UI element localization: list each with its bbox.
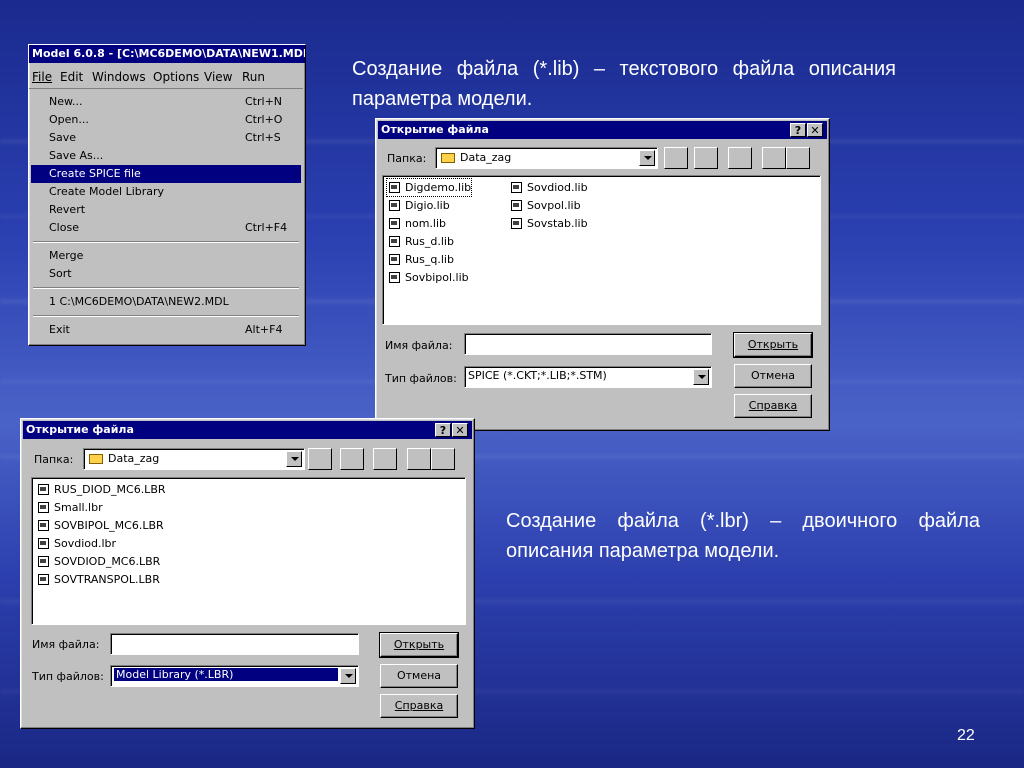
list-item[interactable]: Sovpol.lib xyxy=(509,197,581,214)
cancel-button[interactable]: Отмена xyxy=(734,364,812,388)
menu-item-merge[interactable]: Merge xyxy=(31,247,301,265)
menu-item-exit[interactable]: Exit Alt+F4 xyxy=(31,321,301,339)
menu-run[interactable]: Run xyxy=(242,67,265,87)
menu-item-create-model-library[interactable]: Create Model Library xyxy=(31,183,301,201)
menu-file[interactable]: File xyxy=(32,67,52,87)
filetype-select[interactable]: Model Library (*.LBR) xyxy=(110,665,359,687)
filetype-select[interactable]: SPICE (*.CKT;*.LIB;*.STM) xyxy=(464,366,712,388)
list-item[interactable]: Sovdiod.lbr xyxy=(36,535,116,552)
up-folder-icon[interactable] xyxy=(664,147,688,169)
help-button[interactable]: Справка xyxy=(380,694,458,718)
filename-label: Имя файла: xyxy=(385,339,453,352)
list-item[interactable]: Sovbipol.lib xyxy=(387,269,469,286)
menu-item-sort[interactable]: Sort xyxy=(31,265,301,283)
list-item[interactable]: Digdemo.lib xyxy=(385,178,473,197)
dialog-title: Открытие файла xyxy=(23,421,472,439)
list-item[interactable]: SOVDIOD_MC6.LBR xyxy=(36,553,160,570)
menu-window-title: Model 6.0.8 - [C:\MC6DEMO\DATA\NEW1.MDL xyxy=(29,45,305,63)
help-icon[interactable]: ? xyxy=(790,123,806,137)
open-file-dialog-lbr: Открытие файла ? ✕ Папка: Data_zag RUS_D… xyxy=(20,418,475,729)
chevron-down-icon[interactable] xyxy=(286,451,302,467)
list-item[interactable]: Small.lbr xyxy=(36,499,103,516)
chevron-down-icon[interactable] xyxy=(340,668,356,684)
folder-icon xyxy=(441,153,455,163)
details-view-icon[interactable] xyxy=(786,147,810,169)
menubar: File Edit Windows Options View Run xyxy=(29,67,305,87)
list-item[interactable]: Rus_q.lib xyxy=(387,251,454,268)
open-file-dialog-lib: Открытие файла ? ✕ Папка: Data_zag Digde… xyxy=(375,118,830,431)
menu-edit[interactable]: Edit xyxy=(60,67,83,87)
list-item[interactable]: Rus_d.lib xyxy=(387,233,454,250)
slide-text-lbr: Создание файла (*.lbr) – двоичного файла… xyxy=(506,510,980,562)
close-icon[interactable]: ✕ xyxy=(807,123,823,137)
list-item[interactable]: SOVBIPOL_MC6.LBR xyxy=(36,517,164,534)
menu-item-save-as[interactable]: Save As... xyxy=(31,147,301,165)
filename-label: Имя файла: xyxy=(32,638,100,651)
desktop-icon[interactable] xyxy=(694,147,718,169)
menu-item-new[interactable]: New... Ctrl+N xyxy=(31,93,301,111)
help-icon[interactable]: ? xyxy=(435,423,451,437)
filename-input[interactable] xyxy=(464,333,712,355)
help-button[interactable]: Справка xyxy=(734,394,812,418)
list-item[interactable]: nom.lib xyxy=(387,215,446,232)
menu-view[interactable]: View xyxy=(204,67,232,87)
folder-label: Папка: xyxy=(387,152,427,165)
file-list[interactable]: RUS_DIOD_MC6.LBR Small.lbr SOVBIPOL_MC6.… xyxy=(31,477,466,625)
list-item[interactable]: Sovstab.lib xyxy=(509,215,588,232)
list-view-icon[interactable] xyxy=(407,448,431,470)
list-item[interactable]: RUS_DIOD_MC6.LBR xyxy=(36,481,166,498)
up-folder-icon[interactable] xyxy=(308,448,332,470)
dialog-title: Открытие файла xyxy=(378,121,827,139)
menu-item-revert[interactable]: Revert xyxy=(31,201,301,219)
chevron-down-icon[interactable] xyxy=(693,369,709,385)
folder-combo[interactable]: Data_zag xyxy=(83,448,305,470)
filename-input[interactable] xyxy=(110,633,359,655)
menu-item-create-spice[interactable]: Create SPICE file xyxy=(31,165,301,183)
list-item[interactable]: Digio.lib xyxy=(387,197,450,214)
menu-separator xyxy=(33,241,299,243)
folder-label: Папка: xyxy=(34,453,74,466)
open-button[interactable]: Открыть xyxy=(733,332,813,358)
new-folder-icon[interactable] xyxy=(728,147,752,169)
list-item[interactable]: SOVTRANSPOL.LBR xyxy=(36,571,160,588)
cancel-button[interactable]: Отмена xyxy=(380,664,458,688)
list-item[interactable]: Sovdiod.lib xyxy=(509,179,588,196)
chevron-down-icon[interactable] xyxy=(639,150,655,166)
file-list[interactable]: Digdemo.lib Digio.lib nom.lib Rus_d.lib … xyxy=(382,175,821,325)
open-button[interactable]: Открыть xyxy=(379,632,459,658)
desktop-icon[interactable] xyxy=(340,448,364,470)
new-folder-icon[interactable] xyxy=(373,448,397,470)
menu-separator xyxy=(33,287,299,289)
close-icon[interactable]: ✕ xyxy=(452,423,468,437)
filetype-label: Тип файлов: xyxy=(385,372,457,385)
page-number: 22 xyxy=(957,727,975,744)
menu-options[interactable]: Options xyxy=(153,67,199,87)
list-view-icon[interactable] xyxy=(762,147,786,169)
file-menu: New... Ctrl+N Open... Ctrl+O Save Ctrl+S Sa… xyxy=(29,88,303,345)
menu-item-close[interactable]: Close Ctrl+F4 xyxy=(31,219,301,237)
folder-combo[interactable]: Data_zag xyxy=(435,147,658,169)
filetype-label: Тип файлов: xyxy=(32,670,104,683)
menu-item-save[interactable]: Save Ctrl+S xyxy=(31,129,301,147)
folder-icon xyxy=(89,454,103,464)
menu-window: Model 6.0.8 - [C:\MC6DEMO\DATA\NEW1.MDL … xyxy=(28,44,306,346)
menu-windows[interactable]: Windows xyxy=(92,67,146,87)
menu-separator xyxy=(33,315,299,317)
menu-item-open[interactable]: Open... Ctrl+O xyxy=(31,111,301,129)
slide-text-lib: Создание файла (*.lib) – текстового файл… xyxy=(352,58,896,110)
menu-item-recent-file[interactable]: 1 C:\MC6DEMO\DATA\NEW2.MDL xyxy=(31,293,301,311)
details-view-icon[interactable] xyxy=(431,448,455,470)
